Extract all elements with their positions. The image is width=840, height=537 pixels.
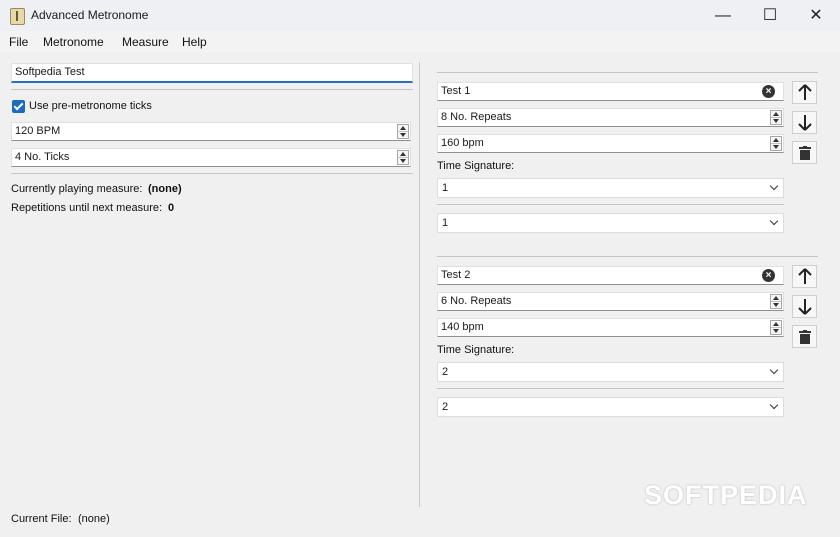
- step-up-icon[interactable]: [400, 152, 406, 156]
- current-file-label: Current File:: [11, 513, 72, 525]
- clear-icon[interactable]: ×: [762, 269, 775, 282]
- repeats-spinbox[interactable]: 8 No. Repeats: [437, 108, 784, 127]
- measure-name-input[interactable]: Test 1 ×: [437, 82, 784, 101]
- repeats-spinbox[interactable]: 6 No. Repeats: [437, 292, 784, 311]
- title-bar[interactable]: Advanced Metronome — ☐ ✕: [0, 0, 840, 31]
- divider: [437, 388, 784, 389]
- arrow-down-icon: [798, 299, 812, 315]
- denominator-select[interactable]: 1: [437, 213, 784, 233]
- app-icon: [10, 8, 25, 25]
- clear-icon[interactable]: ×: [762, 85, 775, 98]
- step-down-icon[interactable]: [773, 329, 779, 333]
- denominator-value: 1: [442, 217, 449, 229]
- step-up-icon[interactable]: [773, 112, 779, 116]
- move-up-button[interactable]: [792, 265, 817, 288]
- measure-name-input[interactable]: Test 2 ×: [437, 266, 784, 285]
- move-up-button[interactable]: [792, 81, 817, 104]
- step-down-icon[interactable]: [400, 133, 406, 137]
- chevron-down-icon: [769, 216, 779, 226]
- bpm-value: 120 BPM: [15, 125, 61, 137]
- delete-button[interactable]: [792, 325, 817, 348]
- chevron-down-icon: [769, 181, 779, 191]
- measure-bpm-value: 160 bpm: [441, 137, 484, 149]
- current-measure-value: (none): [148, 183, 182, 195]
- step-down-icon[interactable]: [773, 119, 779, 123]
- divider: [437, 72, 818, 73]
- numerator-select[interactable]: 2: [437, 362, 784, 382]
- close-button[interactable]: ✕: [793, 0, 839, 31]
- arrow-down-icon: [798, 115, 812, 131]
- ticks-value: 4 No. Ticks: [15, 151, 70, 163]
- numerator-value: 2: [442, 366, 449, 378]
- ticks-spinbox[interactable]: 4 No. Ticks: [11, 148, 411, 167]
- pre-ticks-label[interactable]: Use pre-metronome ticks: [29, 100, 152, 112]
- numerator-value: 1: [442, 182, 449, 194]
- repeats-value: 8 No. Repeats: [441, 111, 512, 123]
- step-down-icon[interactable]: [400, 159, 406, 163]
- panel-splitter[interactable]: [419, 62, 420, 507]
- menu-bar: File Metronome Measure Help: [0, 31, 840, 52]
- repeats-stepper[interactable]: [770, 110, 782, 125]
- trash-icon: [799, 146, 811, 160]
- ticks-stepper[interactable]: [397, 150, 409, 165]
- measure-name-value: Test 2: [441, 269, 471, 281]
- step-up-icon[interactable]: [773, 322, 779, 326]
- step-up-icon[interactable]: [773, 296, 779, 300]
- pre-ticks-checkbox[interactable]: [12, 100, 25, 113]
- window-title: Advanced Metronome: [31, 8, 149, 22]
- maximize-button[interactable]: ☐: [747, 0, 793, 31]
- divider: [437, 204, 784, 205]
- bpm-stepper[interactable]: [397, 124, 409, 139]
- minimize-button[interactable]: —: [700, 0, 746, 31]
- step-up-icon[interactable]: [400, 126, 406, 130]
- move-down-button[interactable]: [792, 295, 817, 318]
- time-signature-label: Time Signature:: [437, 344, 515, 356]
- divider: [11, 89, 413, 90]
- chevron-down-icon: [769, 365, 779, 375]
- measure-bpm-stepper[interactable]: [770, 320, 782, 335]
- denominator-select[interactable]: 2: [437, 397, 784, 417]
- divider: [437, 256, 818, 257]
- step-down-icon[interactable]: [773, 303, 779, 307]
- trash-icon: [799, 330, 811, 344]
- current-file-value: (none): [78, 513, 110, 525]
- arrow-up-icon: [798, 268, 812, 284]
- repeats-value: 6 No. Repeats: [441, 295, 512, 307]
- menu-measure[interactable]: Measure: [122, 35, 169, 49]
- step-up-icon[interactable]: [773, 138, 779, 142]
- measure-bpm-value: 140 bpm: [441, 321, 484, 333]
- metronome-name-input[interactable]: Softpedia Test: [11, 63, 413, 83]
- measure-bpm-spinbox[interactable]: 140 bpm: [437, 318, 784, 337]
- time-signature-label: Time Signature:: [437, 160, 515, 172]
- repeats-stepper[interactable]: [770, 294, 782, 309]
- menu-help[interactable]: Help: [182, 35, 207, 49]
- denominator-value: 2: [442, 401, 449, 413]
- repetitions-label: Repetitions until next measure:: [11, 202, 163, 214]
- menu-metronome[interactable]: Metronome: [43, 35, 104, 49]
- numerator-select[interactable]: 1: [437, 178, 784, 198]
- divider: [11, 173, 413, 174]
- repetitions-value: 0: [168, 202, 175, 214]
- delete-button[interactable]: [792, 141, 817, 164]
- measure-bpm-spinbox[interactable]: 160 bpm: [437, 134, 784, 153]
- step-down-icon[interactable]: [773, 145, 779, 149]
- arrow-up-icon: [798, 84, 812, 100]
- move-down-button[interactable]: [792, 111, 817, 134]
- watermark: SOFTPEDIA: [644, 480, 808, 510]
- chevron-down-icon: [769, 400, 779, 410]
- measure-bpm-stepper[interactable]: [770, 136, 782, 151]
- measure-name-value: Test 1: [441, 85, 471, 97]
- bpm-spinbox[interactable]: 120 BPM: [11, 122, 411, 141]
- current-measure-label: Currently playing measure:: [11, 183, 143, 195]
- menu-file[interactable]: File: [9, 35, 28, 49]
